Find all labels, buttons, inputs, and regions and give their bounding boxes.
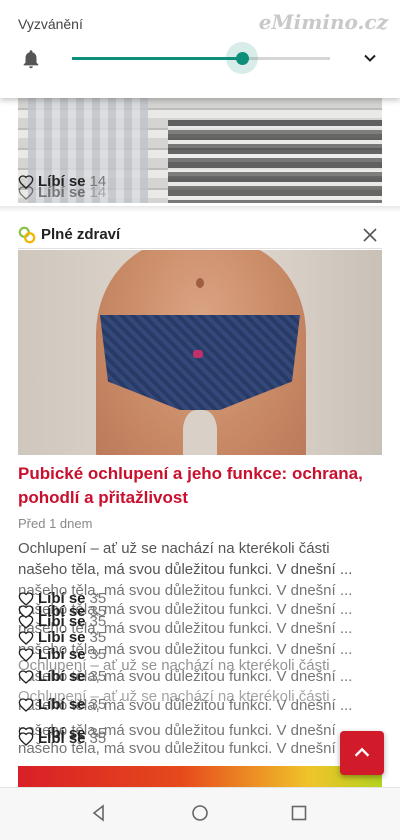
like-button-ghost: Líbí se 35	[18, 629, 106, 646]
like-button-ghost: Líbí se 14	[18, 184, 106, 201]
divider	[0, 206, 400, 212]
like-button-ghost: Líbí se 35	[18, 730, 106, 747]
next-article-image[interactable]	[18, 766, 382, 788]
back-icon[interactable]	[89, 803, 109, 823]
heart-icon	[18, 669, 34, 684]
like-button-ghost: Líbí se 35	[18, 696, 106, 713]
heart-icon	[18, 697, 34, 712]
volume-slider-fill	[72, 57, 243, 60]
heart-icon	[18, 185, 34, 200]
heart-icon	[18, 731, 34, 746]
like-button-ghost: Líbí se 35	[18, 646, 106, 663]
recents-icon[interactable]	[289, 803, 309, 823]
card-date: Před 1 dnem	[18, 516, 93, 531]
card-excerpt-line-2: našeho těla, má svou důležitou funkci. V…	[18, 561, 353, 578]
chevron-down-icon[interactable]	[362, 50, 378, 66]
card-excerpt-line-1: Ochlupení – ať už se nachází na kterékol…	[18, 540, 330, 557]
heart-icon	[18, 630, 34, 645]
volume-slider[interactable]	[72, 42, 330, 74]
like-count: 35	[89, 646, 107, 663]
scroll-to-top-button[interactable]	[340, 731, 384, 775]
like-count: 35	[89, 629, 107, 646]
card-source-name: Plné zdraví	[41, 226, 121, 243]
like-count: 35	[89, 730, 107, 747]
like-label: Líbí se	[38, 646, 86, 663]
volume-label: Vyzvánění	[18, 16, 83, 32]
like-button-ghost: Líbí se 35	[18, 613, 106, 630]
like-label: Líbí se	[38, 668, 86, 685]
plne-zdravi-logo-icon	[18, 226, 36, 244]
watermark: eMimino.cz	[258, 10, 388, 34]
like-label: Líbí se	[38, 730, 86, 747]
heart-icon	[18, 647, 34, 662]
like-count: 35	[89, 613, 107, 630]
card-source-divider	[18, 248, 382, 249]
like-count: 35	[89, 696, 107, 713]
home-icon[interactable]	[190, 803, 210, 823]
card-headline[interactable]: Pubické ochlupení a jeho funkce: ochrana…	[18, 462, 382, 510]
card-source-row: Plné zdraví	[18, 224, 382, 248]
like-label: Líbí se	[38, 613, 86, 630]
system-navigation-bar	[0, 787, 400, 840]
like-label: Líbí se	[38, 184, 86, 201]
like-count: 35	[89, 668, 107, 685]
like-label: Líbí se	[38, 629, 86, 646]
close-icon[interactable]	[362, 227, 378, 243]
card-hero-image[interactable]	[18, 250, 382, 455]
chevron-up-icon	[354, 747, 370, 757]
bell-icon[interactable]	[20, 48, 42, 70]
like-button-ghost: Líbí se 35	[18, 668, 106, 685]
heart-icon	[18, 614, 34, 629]
volume-panel: Vyzvánění eMimino.cz	[0, 0, 400, 98]
like-count: 14	[89, 184, 107, 201]
like-label: Líbí se	[38, 696, 86, 713]
